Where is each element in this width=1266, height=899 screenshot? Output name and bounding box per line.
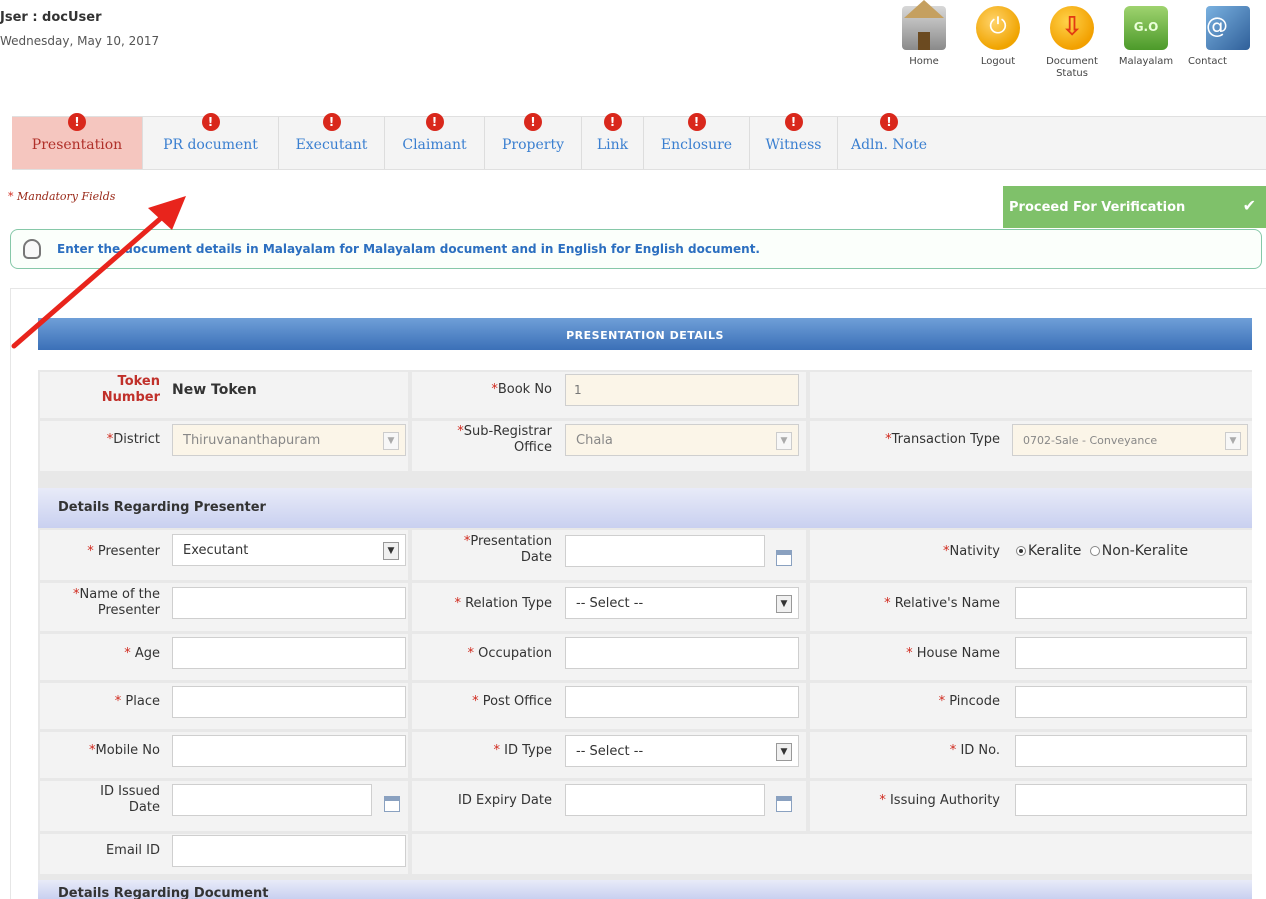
annotation-arrow xyxy=(11,196,186,349)
